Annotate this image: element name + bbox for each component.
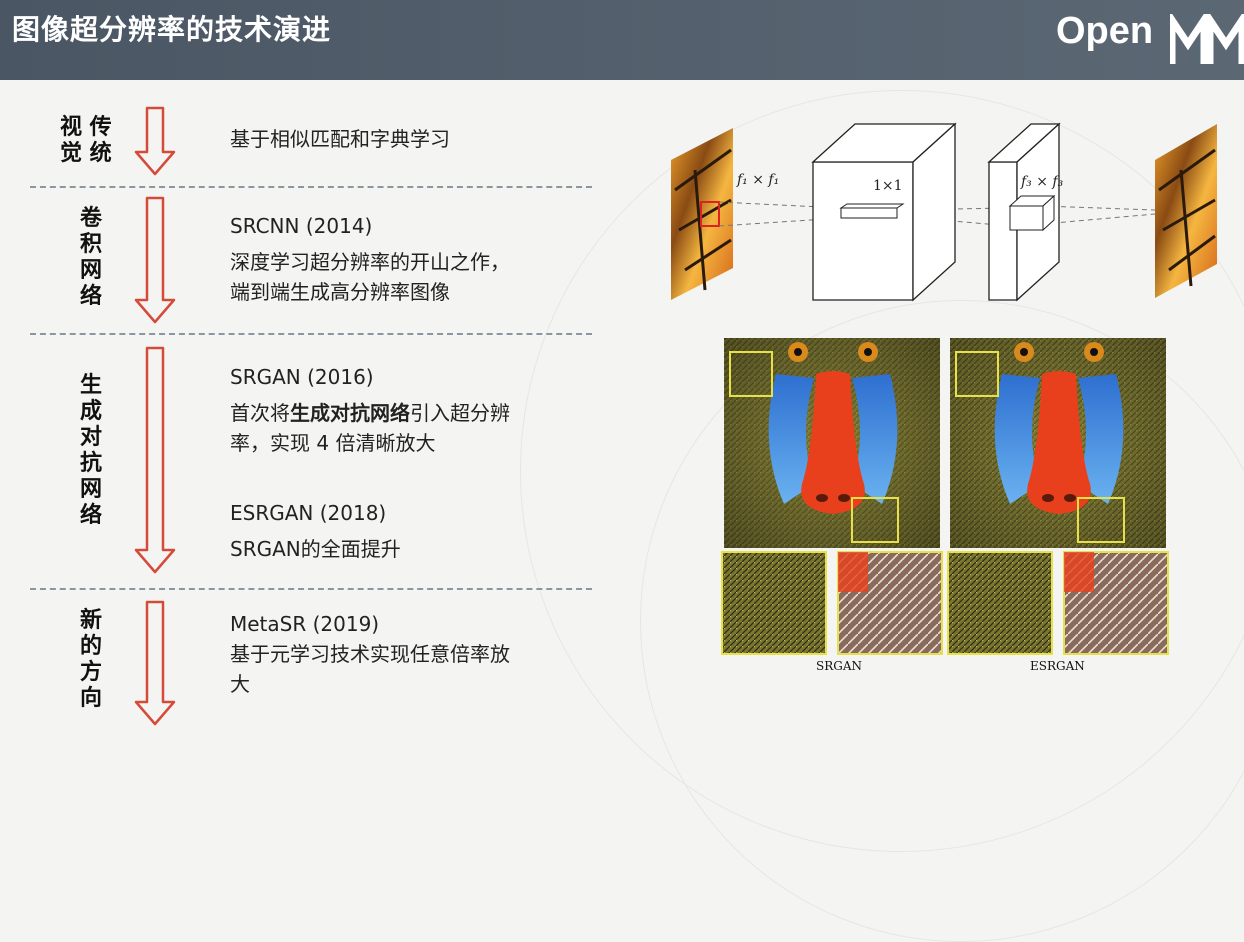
category-line: 抗 — [79, 451, 102, 476]
category-line: 成 — [79, 399, 102, 424]
srcnn-diagram: f₁ × f₁ 1×1 f₃ × f₃ — [671, 122, 1217, 302]
srgan-caption: SRGAN — [816, 659, 862, 673]
srgan-whisker-crop — [837, 551, 943, 655]
category-line: 对 — [79, 425, 102, 450]
srgan-desc-line2: 率，实现 4 倍清晰放大 — [230, 431, 436, 455]
mandrill-esrgan-image — [950, 338, 1166, 548]
srgan-desc-bold: 生成对抗网络 — [290, 401, 410, 425]
down-arrow-icon — [134, 600, 176, 726]
metasr-desc-line1: 基于元学习技术实现任意倍率放 — [230, 642, 510, 666]
category-line: 积 — [79, 232, 102, 257]
category-line: 络 — [79, 284, 102, 309]
srgan-esrgan-comparison: SRGAN ESRGAN — [721, 338, 1169, 673]
down-arrow-icon — [134, 106, 176, 176]
category-line: 新 — [79, 608, 102, 633]
srcnn-desc-line2: 端到端生成高分辨率图像 — [230, 280, 450, 304]
esrgan-caption: ESRGAN — [1030, 659, 1085, 673]
mandrill-srgan-image — [724, 338, 940, 548]
srgan-fur-crop — [721, 551, 827, 655]
esrgan-desc: SRGAN的全面提升 — [230, 537, 401, 561]
metasr-desc-line2: 大 — [230, 672, 250, 696]
srcnn-desc-line1: 深度学习超分辨率的开山之作， — [230, 250, 510, 274]
down-arrow-icon — [134, 196, 176, 324]
category-new-direction: 新 的 方 向 — [78, 608, 104, 712]
metasr-title: MetaSR (2019) — [230, 612, 380, 636]
category-line: 的 — [79, 634, 102, 659]
openmmlab-logo-icon — [1170, 14, 1244, 64]
category-line: 向 — [79, 686, 102, 711]
category-gan: 生 成 对 抗 网 络 — [78, 373, 104, 529]
category-traditional-vision: 视 传 觉 统 — [60, 115, 112, 167]
esrgan-fur-crop — [947, 551, 1053, 655]
kernel-label-2: 1×1 — [873, 178, 903, 194]
srcnn-title: SRCNN (2014) — [230, 214, 373, 238]
srgan-desc-line1: 首次将生成对抗网络引入超分辨 — [230, 398, 510, 428]
srgan-title: SRGAN (2016) — [230, 365, 374, 389]
section-divider — [30, 333, 592, 335]
category-cnn: 卷 积 网 络 — [78, 206, 104, 310]
header-bar: 图像超分辨率的技术演进 Open — [0, 0, 1244, 80]
esrgan-title: ESRGAN (2018) — [230, 501, 387, 525]
logo-text: Open — [1056, 10, 1154, 52]
category-line: 生 — [79, 373, 102, 398]
page-title: 图像超分辨率的技术演进 — [12, 13, 332, 46]
category-line: 方 — [79, 660, 102, 685]
category-line: 卷 — [79, 206, 102, 231]
category-line: 络 — [79, 503, 102, 528]
traditional-description: 基于相似匹配和字典学习 — [230, 127, 450, 151]
srgan-desc-pre: 首次将 — [230, 401, 290, 425]
section-divider — [30, 186, 592, 188]
down-arrow-icon — [134, 346, 176, 574]
category-line: 网 — [79, 258, 102, 283]
category-line: 视 传 — [60, 115, 112, 140]
kernel-label-3: f₃ × f₃ — [1020, 174, 1064, 190]
srgan-desc-post: 引入超分辨 — [410, 401, 510, 425]
esrgan-whisker-crop — [1063, 551, 1169, 655]
section-divider — [30, 588, 592, 590]
category-line: 觉 统 — [60, 141, 112, 166]
category-line: 网 — [79, 477, 102, 502]
kernel-label-1: f₁ × f₁ — [736, 172, 779, 188]
